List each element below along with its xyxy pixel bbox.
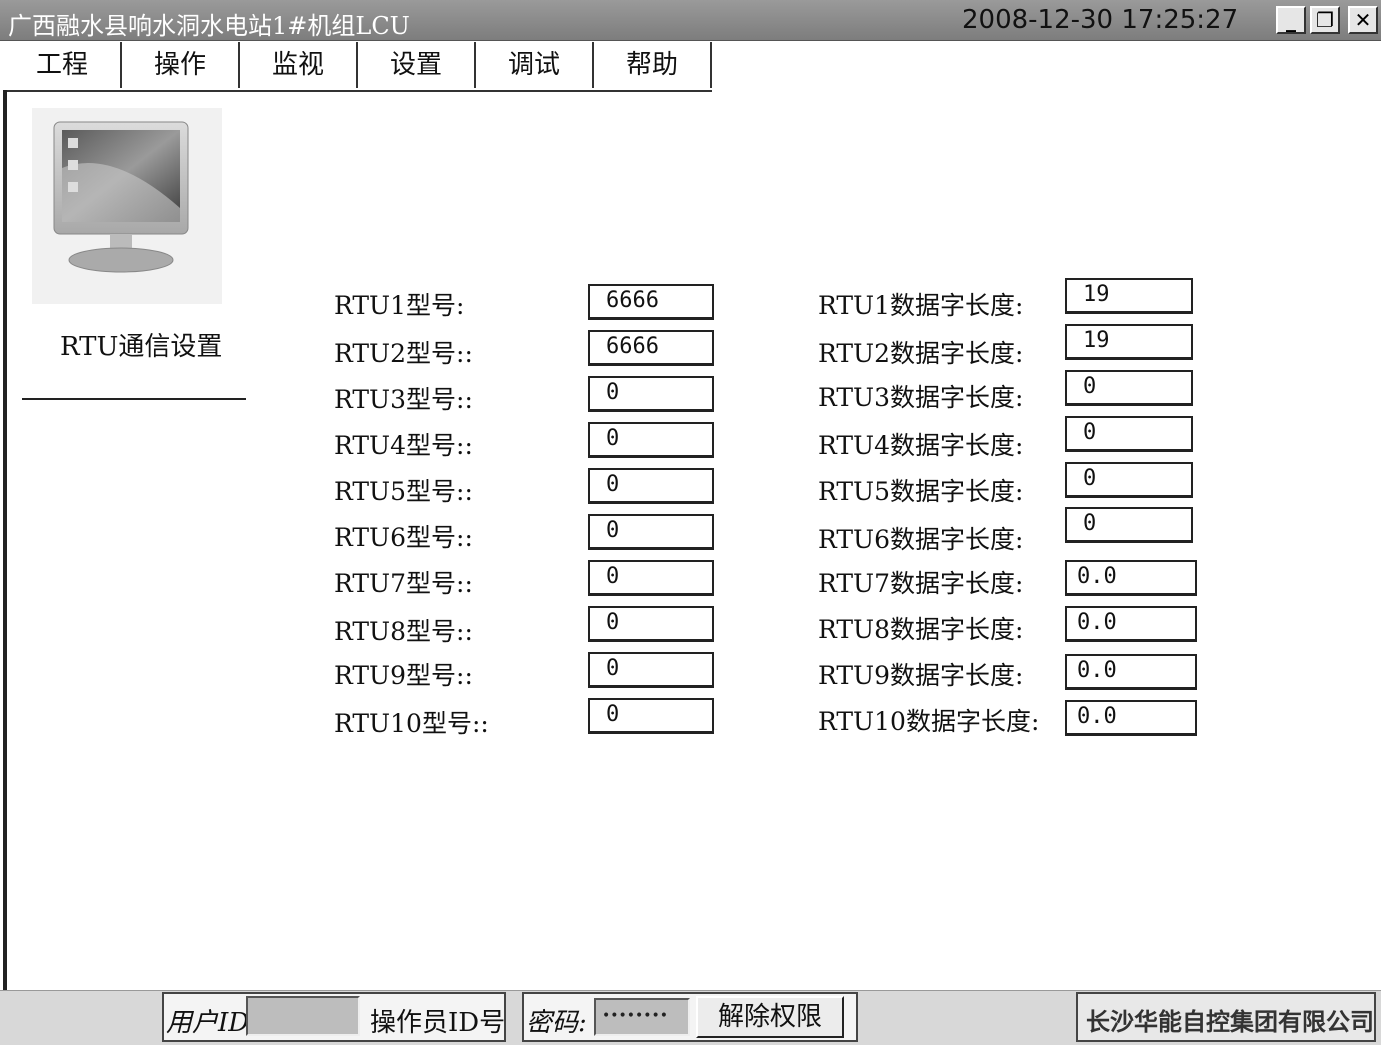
rtu3-length-label: RTU3数据字长度: [818, 383, 1024, 412]
rtu9-model-field[interactable]: 0 [588, 652, 714, 688]
rtu1-length-field[interactable]: 19 [1065, 278, 1193, 314]
close-button[interactable]: ✕ [1348, 6, 1378, 34]
rtu10-model-field[interactable]: 0 [588, 698, 714, 734]
rtu5-length-label: RTU5数据字长度: [818, 477, 1024, 506]
rtu3-model-label: RTU3型号:: [334, 385, 473, 414]
password-label: 密码: [526, 1008, 587, 1038]
rtu8-model-label: RTU8型号:: [334, 617, 473, 646]
left-border [3, 90, 7, 990]
rtu4-model-label: RTU4型号:: [334, 431, 473, 460]
rtu2-length-label: RTU2数据字长度: [818, 339, 1024, 368]
rtu7-length-label: RTU7数据字长度: [818, 569, 1024, 598]
menu-help[interactable]: 帮助 [594, 42, 712, 88]
rtu5-model-field[interactable]: 0 [588, 468, 714, 504]
menu-settings[interactable]: 设置 [358, 42, 476, 88]
panel-title: RTU通信设置 [60, 332, 223, 362]
user-id-field[interactable] [246, 996, 360, 1036]
rtu3-model-field[interactable]: 0 [588, 376, 714, 412]
rtu6-length-field[interactable]: 0 [1065, 507, 1193, 543]
unlock-permission-button[interactable]: 解除权限 [696, 996, 844, 1038]
rtu8-length-field[interactable]: 0.0 [1065, 606, 1197, 642]
user-id-label: 用户ID [166, 1008, 250, 1038]
rtu10-length-label: RTU10数据字长度: [818, 707, 1040, 736]
rtu7-length-field[interactable]: 0.0 [1065, 560, 1197, 596]
rtu1-model-field[interactable]: 6666 [588, 284, 714, 320]
rtu6-length-label: RTU6数据字长度: [818, 525, 1024, 554]
rtu6-model-field[interactable]: 0 [588, 514, 714, 550]
rtu10-model-label: RTU10型号:: [334, 709, 489, 738]
menu-operation[interactable]: 操作 [122, 42, 240, 88]
password-field[interactable]: •••••••• [594, 998, 690, 1036]
rtu4-model-field[interactable]: 0 [588, 422, 714, 458]
rtu10-length-field[interactable]: 0.0 [1065, 700, 1197, 736]
operator-id-label: 操作员ID号 [370, 1008, 506, 1038]
rtu8-model-field[interactable]: 0 [588, 606, 714, 642]
clock-readout: 2008-12-30 17:25:27 [962, 5, 1239, 35]
rtu3-length-field[interactable]: 0 [1065, 370, 1193, 406]
rtu9-length-label: RTU9数据字长度: [818, 661, 1024, 690]
rtu1-model-label: RTU1型号: [334, 291, 465, 320]
minimize-button[interactable]: _ [1276, 6, 1306, 34]
rtu4-length-label: RTU4数据字长度: [818, 431, 1024, 460]
title-bar: 广西融水县响水洞水电站1#机组LCU 2008-12-30 17:25:27 _… [0, 0, 1381, 41]
menu-debug[interactable]: 调试 [476, 42, 594, 88]
menu-project[interactable]: 工程 [4, 42, 122, 88]
rtu6-model-label: RTU6型号:: [334, 523, 473, 552]
company-name: 长沙华能自控集团有限公司 [1086, 1007, 1374, 1036]
rtu1-length-label: RTU1数据字长度: [818, 291, 1024, 320]
rtu4-length-field[interactable]: 0 [1065, 416, 1193, 452]
menu-monitor[interactable]: 监视 [240, 42, 358, 88]
rtu9-length-field[interactable]: 0.0 [1065, 654, 1197, 690]
rtu2-model-label: RTU2型号:: [334, 339, 473, 368]
rtu7-model-field[interactable]: 0 [588, 560, 714, 596]
menu-bar: 工程 操作 监视 设置 调试 帮助 [4, 42, 712, 92]
close-icon: ✕ [1354, 8, 1372, 32]
rtu5-model-label: RTU5型号:: [334, 477, 473, 506]
rtu9-model-label: RTU9型号:: [334, 661, 473, 690]
rtu7-model-label: RTU7型号:: [334, 569, 473, 598]
monitor-icon [32, 108, 222, 304]
panel-divider [22, 398, 246, 400]
minimize-icon: _ [1286, 8, 1296, 32]
restore-icon: ❐ [1316, 8, 1334, 32]
restore-button[interactable]: ❐ [1310, 6, 1340, 34]
rtu2-model-field[interactable]: 6666 [588, 330, 714, 366]
rtu5-length-field[interactable]: 0 [1065, 462, 1193, 498]
window-title: 广西融水县响水洞水电站1#机组LCU [8, 12, 410, 40]
rtu2-length-field[interactable]: 19 [1065, 324, 1193, 360]
rtu8-length-label: RTU8数据字长度: [818, 615, 1024, 644]
